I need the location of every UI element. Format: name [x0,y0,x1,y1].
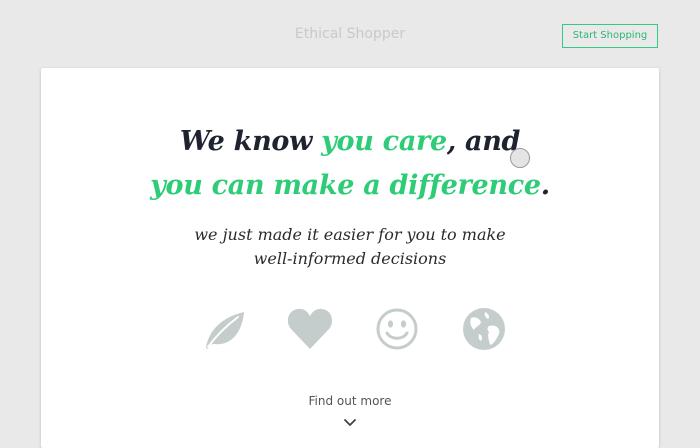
start-shopping-button[interactable]: Start Shopping [562,24,658,48]
subheadline: we just made it easier for you to make w… [41,223,659,271]
headline-line-2: you can make a difference. [41,164,659,208]
heart-icon [285,304,335,354]
subheadline-line-2: well-informed decisions [253,249,447,268]
headline-text: . [540,170,550,201]
headline-text: We know [179,126,322,157]
leaf-icon [198,304,248,354]
cursor-indicator [510,148,530,168]
headline-accent: you care [321,126,447,157]
hero-card: We know you care, and you can make a dif… [41,68,659,448]
top-bar: Ethical Shopper Start Shopping [0,0,700,66]
chevron-down-icon[interactable] [343,413,357,426]
subheadline-line-1: we just made it easier for you to make [194,225,506,244]
headline-accent: you can make a difference [150,170,541,201]
globe-icon [459,304,509,354]
smiley-icon [372,304,422,354]
feature-icons [41,304,659,354]
headline-text: , and [446,126,521,157]
headline-line-1: We know you care, and [41,120,659,164]
find-out-more-link[interactable]: Find out more [41,394,659,408]
